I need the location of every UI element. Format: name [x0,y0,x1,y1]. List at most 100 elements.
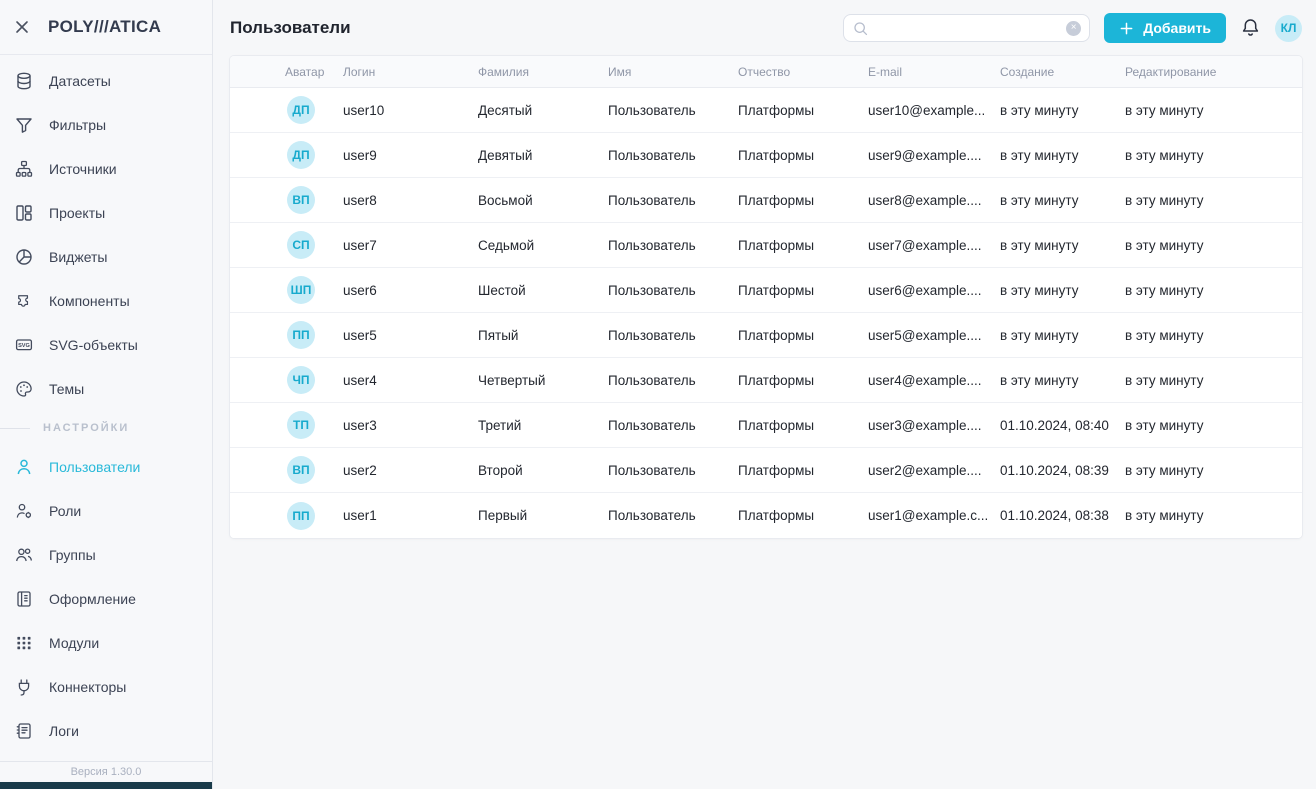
sidebar-item-svg-objects[interactable]: SVG SVG-объекты [0,323,212,367]
table-row[interactable]: ППuser5ПятыйПользовательПлатформыuser5@e… [230,313,1302,358]
cell-email: user2@example.... [868,463,1000,478]
table-row[interactable]: СПuser7СедьмойПользовательПлатформыuser7… [230,223,1302,268]
cell-created: в эту минуту [1000,328,1125,343]
sidebar-item-logs[interactable]: Логи [0,709,212,753]
sidebar-item-label: Датасеты [49,73,111,89]
cell-email: user4@example.... [868,373,1000,388]
sidebar-item-modules[interactable]: Модули [0,621,212,665]
plus-icon [1119,21,1134,36]
table-row[interactable]: ШПuser6ШестойПользовательПлатформыuser6@… [230,268,1302,313]
sidebar-item-appearance[interactable]: Оформление [0,577,212,621]
cell-last_name: Третий [478,418,608,433]
sidebar-item-filters[interactable]: Фильтры [0,103,212,147]
cell-last_name: Первый [478,508,608,523]
column-header-5: E-mail [868,65,1000,79]
cell-last_name: Седьмой [478,238,608,253]
add-user-button[interactable]: Добавить [1104,13,1226,43]
table-row[interactable]: ДПuser9ДевятыйПользовательПлатформыuser9… [230,133,1302,178]
sidebar-item-label: Роли [49,503,81,519]
cell-email: user5@example.... [868,328,1000,343]
sidebar-nav: Датасеты Фильтры Источники Проекты Видже… [0,55,212,761]
cell-edited: в эту минуту [1125,193,1302,208]
sidebar-item-label: Модули [49,635,99,651]
cell-avatar: ДП [285,141,343,169]
cell-first_name: Пользователь [608,148,738,163]
app-logo: POLY///ATICA [48,17,161,37]
cell-first_name: Пользователь [608,508,738,523]
cell-edited: в эту минуту [1125,463,1302,478]
column-header-1: Логин [343,65,478,79]
table-row[interactable]: ТПuser3ТретийПользовательПлатформыuser3@… [230,403,1302,448]
sidebar-item-users[interactable]: Пользователи [0,445,212,489]
sidebar: POLY///ATICA Датасеты Фильтры Источники … [0,0,213,789]
sidebar-item-label: Проекты [49,205,105,221]
clear-search-icon[interactable]: × [1066,21,1081,36]
column-header-7: Редактирование [1125,65,1302,79]
hierarchy-icon [14,159,34,179]
row-avatar: ДП [287,141,315,169]
user-menu-avatar[interactable]: КЛ [1275,15,1302,42]
plug-icon [14,677,34,697]
search-input[interactable] [875,21,1060,36]
table-row[interactable]: ВПuser8ВосьмойПользовательПлатформыuser8… [230,178,1302,223]
column-header-0: Аватар [285,65,343,79]
sidebar-item-groups[interactable]: Группы [0,533,212,577]
cell-edited: в эту минуту [1125,328,1302,343]
row-avatar: СП [287,231,315,259]
cell-first_name: Пользователь [608,193,738,208]
cell-middle_name: Платформы [738,463,868,478]
app-version: Версия 1.30.0 [0,761,212,782]
cell-avatar: ТП [285,411,343,439]
page-header: Пользователи × Добавить КЛ [230,0,1302,56]
svg-text:SVG: SVG [18,343,30,349]
sidebar-item-themes[interactable]: Темы [0,367,212,411]
sidebar-item-label: Логи [49,723,79,739]
users-group-icon [14,545,34,565]
sidebar-item-widgets[interactable]: Виджеты [0,235,212,279]
cell-edited: в эту минуту [1125,418,1302,433]
sidebar-item-label: Темы [49,381,84,397]
cell-edited: в эту минуту [1125,148,1302,163]
table-row[interactable]: ППuser1ПервыйПользовательПлатформыuser1@… [230,493,1302,538]
cell-first_name: Пользователь [608,103,738,118]
cell-edited: в эту минуту [1125,508,1302,523]
cell-avatar: ПП [285,321,343,349]
cell-avatar: ШП [285,276,343,304]
cell-created: 01.10.2024, 08:40 [1000,418,1125,433]
sidebar-item-projects[interactable]: Проекты [0,191,212,235]
notifications-bell-icon[interactable] [1240,17,1261,39]
sidebar-item-sources[interactable]: Источники [0,147,212,191]
document-lines-icon [14,589,34,609]
sidebar-logo-row: POLY///ATICA [0,0,212,55]
column-header-4: Отчество [738,65,868,79]
sidebar-item-connectors[interactable]: Коннекторы [0,665,212,709]
cell-avatar: ПП [285,502,343,530]
log-journal-icon [14,721,34,741]
cell-created: 01.10.2024, 08:38 [1000,508,1125,523]
table-row[interactable]: ЧПuser4ЧетвертыйПользовательПлатформыuse… [230,358,1302,403]
cell-created: в эту минуту [1000,148,1125,163]
table-row[interactable]: ДПuser10ДесятыйПользовательПлатформыuser… [230,88,1302,133]
sidebar-item-components[interactable]: Компоненты [0,279,212,323]
cell-first_name: Пользователь [608,283,738,298]
cell-avatar: ЧП [285,366,343,394]
cell-created: в эту минуту [1000,238,1125,253]
column-header-3: Имя [608,65,738,79]
sidebar-item-label: Оформление [49,591,136,607]
sidebar-collapse-icon[interactable] [15,20,29,34]
cell-avatar: ВП [285,456,343,484]
cell-login: user8 [343,193,478,208]
cell-last_name: Пятый [478,328,608,343]
sidebar-item-roles[interactable]: Роли [0,489,212,533]
cell-email: user7@example.... [868,238,1000,253]
sidebar-item-datasets[interactable]: Датасеты [0,59,212,103]
cell-middle_name: Платформы [738,283,868,298]
table-row[interactable]: ВПuser2ВторойПользовательПлатформыuser2@… [230,448,1302,493]
cell-last_name: Второй [478,463,608,478]
cell-last_name: Восьмой [478,193,608,208]
table-body: ДПuser10ДесятыйПользовательПлатформыuser… [230,88,1302,538]
cell-middle_name: Платформы [738,418,868,433]
cell-login: user4 [343,373,478,388]
cell-middle_name: Платформы [738,103,868,118]
palette-icon [14,379,34,399]
